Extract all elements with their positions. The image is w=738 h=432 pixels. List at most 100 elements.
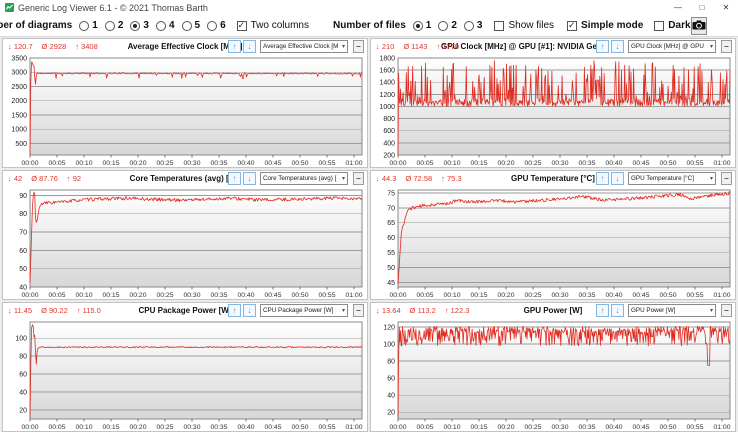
chart-options-button[interactable]: – (353, 172, 364, 185)
svg-text:00:40: 00:40 (237, 160, 254, 167)
svg-text:60: 60 (19, 248, 27, 255)
channel-select[interactable]: Average Effective Clock [M ▾ (260, 40, 348, 53)
screenshot-button[interactable] (691, 16, 708, 35)
diagrams-radio-group: 1 2 3 4 5 6 (72, 20, 226, 31)
svg-text:00:05: 00:05 (416, 160, 433, 167)
chevron-down-icon: ▾ (341, 176, 345, 182)
svg-text:00:00: 00:00 (21, 424, 38, 431)
svg-text:00:40: 00:40 (605, 424, 622, 431)
dark-mode-label: Dark mode (668, 20, 691, 31)
svg-text:00:10: 00:10 (75, 424, 92, 431)
files-radio-2[interactable] (438, 20, 449, 31)
minimize-button[interactable]: — (666, 0, 690, 15)
chart-options-button[interactable]: – (353, 304, 364, 317)
move-chart-up-button[interactable]: ↑ (596, 172, 609, 185)
svg-text:3500: 3500 (11, 55, 27, 62)
move-chart-up-button[interactable]: ↑ (596, 40, 609, 53)
svg-text:00:35: 00:35 (210, 160, 227, 167)
files-label: Number of files (332, 20, 406, 31)
maximize-button[interactable]: □ (690, 0, 714, 15)
diagrams-label: Number of diagrams (0, 20, 73, 31)
svg-text:00:25: 00:25 (524, 292, 541, 299)
move-chart-up-button[interactable]: ↑ (228, 40, 241, 53)
svg-text:00:10: 00:10 (443, 292, 460, 299)
svg-text:00:30: 00:30 (183, 424, 200, 431)
chart-options-button[interactable]: – (353, 40, 364, 53)
svg-text:1200: 1200 (379, 92, 395, 99)
titlebar: Generic Log Viewer 6.1 - © 2021 Thomas B… (0, 0, 738, 15)
chevron-down-icon: ▾ (709, 308, 713, 314)
two-columns-checkbox[interactable] (236, 20, 247, 31)
simple-mode-checkbox[interactable] (567, 20, 578, 31)
close-button[interactable]: ✕ (714, 0, 738, 15)
svg-text:00:50: 00:50 (659, 160, 676, 167)
svg-text:00:55: 00:55 (686, 160, 703, 167)
chart-stats: ↓ 13.64 Ø 113.2 ↑ 122.3 (376, 306, 470, 315)
svg-text:00:20: 00:20 (497, 160, 514, 167)
channel-select[interactable]: GPU Clock [MHz] @ GPU ▾ (628, 40, 716, 53)
svg-text:00:00: 00:00 (389, 292, 406, 299)
move-chart-down-button[interactable]: ↓ (243, 304, 256, 317)
chart-options-button[interactable]: – (721, 172, 732, 185)
show-files-checkbox[interactable] (494, 20, 505, 31)
svg-text:00:30: 00:30 (551, 424, 568, 431)
move-chart-up-button[interactable]: ↑ (596, 304, 609, 317)
channel-select[interactable]: CPU Package Power [W] ▾ (260, 304, 348, 317)
svg-text:00:45: 00:45 (632, 160, 649, 167)
svg-text:60: 60 (387, 376, 395, 383)
two-columns-label: Two columns (250, 20, 309, 31)
app-icon (5, 3, 14, 12)
svg-text:00:45: 00:45 (632, 292, 649, 299)
svg-text:00:50: 00:50 (659, 424, 676, 431)
diagrams-radio-4[interactable] (155, 20, 166, 31)
diagrams-radio-5[interactable] (181, 20, 192, 31)
move-chart-up-button[interactable]: ↑ (228, 304, 241, 317)
chart-options-button[interactable]: – (721, 40, 732, 53)
chart-panel-cpu-clock: ↓ 120.7 Ø 2928 ↑ 3408 Average Effective … (2, 38, 368, 168)
move-chart-down-button[interactable]: ↓ (243, 172, 256, 185)
svg-text:01:00: 01:00 (713, 424, 730, 431)
stat-avg: 113.2 (417, 306, 436, 315)
files-radio-3[interactable] (463, 20, 474, 31)
svg-text:80: 80 (19, 354, 27, 361)
svg-text:20: 20 (387, 410, 395, 417)
svg-text:00:20: 00:20 (129, 160, 146, 167)
svg-text:60: 60 (387, 235, 395, 242)
svg-text:00:30: 00:30 (183, 160, 200, 167)
diagrams-radio-3[interactable] (130, 20, 141, 31)
move-chart-up-button[interactable]: ↑ (228, 172, 241, 185)
chart-options-button[interactable]: – (721, 304, 732, 317)
chart-header: ↓ 120.7 Ø 2928 ↑ 3408 Average Effective … (3, 39, 367, 55)
svg-text:00:05: 00:05 (416, 292, 433, 299)
diagrams-radio-6[interactable] (207, 20, 218, 31)
move-chart-down-button[interactable]: ↓ (611, 304, 624, 317)
svg-text:00:20: 00:20 (497, 424, 514, 431)
svg-text:00:00: 00:00 (21, 160, 38, 167)
svg-text:01:00: 01:00 (713, 292, 730, 299)
svg-text:1400: 1400 (379, 80, 395, 87)
svg-text:00:20: 00:20 (129, 424, 146, 431)
channel-select[interactable]: GPU Temperature [°C] ▾ (628, 172, 716, 185)
svg-text:00:45: 00:45 (264, 160, 281, 167)
svg-text:00:00: 00:00 (389, 160, 406, 167)
svg-text:80: 80 (387, 359, 395, 366)
diagrams-radio-1[interactable] (79, 20, 90, 31)
dark-mode-checkbox[interactable] (654, 20, 665, 31)
files-radio-1[interactable] (412, 20, 423, 31)
svg-text:1000: 1000 (379, 104, 395, 111)
move-chart-down-button[interactable]: ↓ (611, 172, 624, 185)
svg-text:1600: 1600 (379, 68, 395, 75)
svg-text:00:45: 00:45 (264, 424, 281, 431)
channel-select[interactable]: GPU Power [W] ▾ (628, 304, 716, 317)
stat-min: 42 (13, 174, 23, 183)
diagrams-radio-2[interactable] (104, 20, 115, 31)
svg-text:00:25: 00:25 (156, 424, 173, 431)
svg-text:01:00: 01:00 (345, 160, 362, 167)
channel-select[interactable]: Core Temperatures (avg) [▾ (260, 172, 348, 185)
stat-avg: 87.76 (39, 174, 58, 183)
svg-text:00:35: 00:35 (578, 292, 595, 299)
svg-text:00:55: 00:55 (686, 292, 703, 299)
move-chart-down-button[interactable]: ↓ (243, 40, 256, 53)
svg-text:00:15: 00:15 (102, 424, 119, 431)
move-chart-down-button[interactable]: ↓ (611, 40, 624, 53)
